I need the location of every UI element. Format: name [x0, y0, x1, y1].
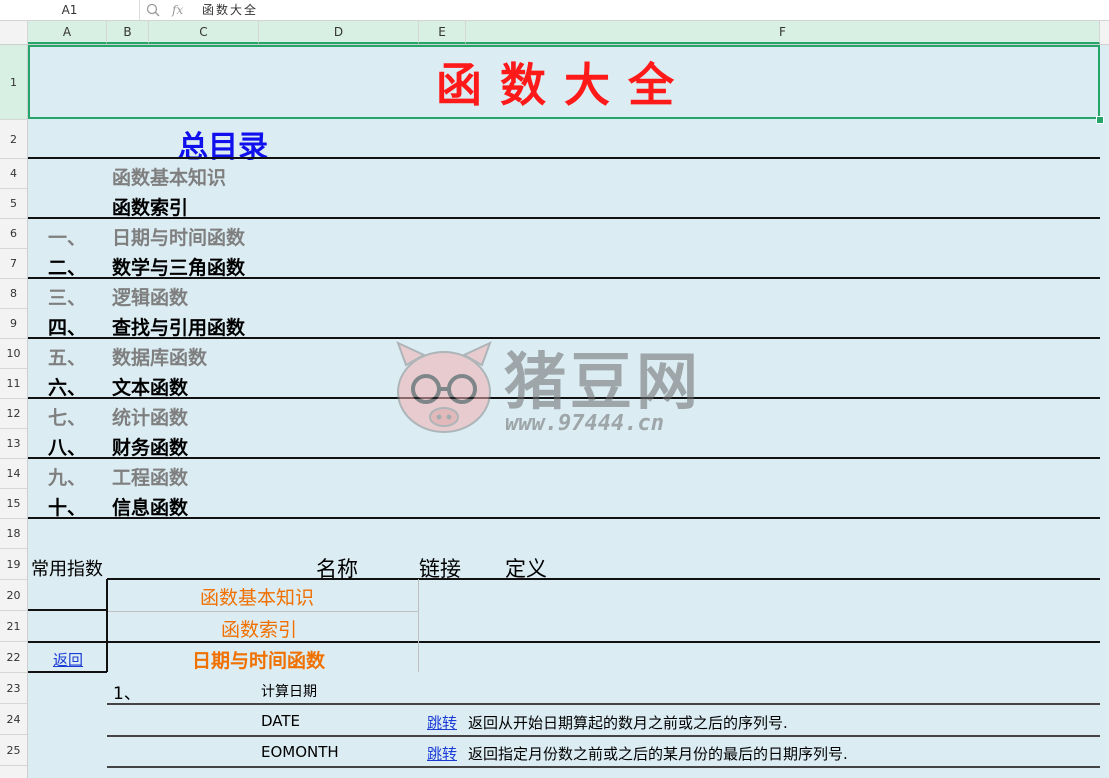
fill-handle[interactable]: [1096, 116, 1104, 124]
link-item-basics[interactable]: 函数基本知识: [200, 583, 314, 610]
link-item-index[interactable]: 函数索引: [221, 615, 297, 642]
row-header-19[interactable]: 19: [0, 549, 27, 580]
jump-link-date[interactable]: 跳转: [427, 712, 457, 733]
pig-logo-icon: [396, 341, 492, 433]
back-link[interactable]: 返回: [53, 649, 83, 670]
row-header-20[interactable]: 20: [0, 580, 27, 611]
row-header-1[interactable]: 1: [0, 45, 27, 120]
toc-item-lookup[interactable]: 查找与引用函数: [112, 313, 245, 340]
toc-item-num: 十、: [48, 497, 87, 519]
row-divider: [107, 703, 1100, 705]
row-divider: [28, 457, 1100, 459]
magnifier-icon[interactable]: [146, 0, 160, 20]
row-header-11[interactable]: 11: [0, 369, 27, 399]
toc-item-logic[interactable]: 逻辑函数: [112, 283, 188, 310]
watermark: 猪豆网 www.97444.cn: [392, 335, 722, 445]
toc-item-finance[interactable]: 财务函数: [112, 433, 188, 460]
column-header: A B C D E F: [0, 21, 1109, 45]
row-divider: [28, 397, 1100, 399]
section-title: 日期与时间函数: [192, 650, 326, 672]
row-divider: [28, 609, 107, 611]
toc-item-num: 四、: [48, 317, 87, 339]
row-divider: [108, 611, 418, 612]
select-all-corner[interactable]: [0, 21, 28, 44]
row-header-7[interactable]: 7: [0, 249, 27, 279]
toc-item-statistics[interactable]: 统计函数: [112, 403, 188, 430]
row-divider: [28, 641, 1100, 643]
row-header-22[interactable]: 22: [0, 642, 27, 673]
row-divider: [28, 517, 1100, 519]
column-header-b[interactable]: B: [107, 21, 149, 44]
toc-item-math[interactable]: 数学与三角函数: [112, 253, 245, 280]
row-header-23[interactable]: 23: [0, 673, 27, 704]
function-name-date: DATE: [261, 712, 301, 730]
toc-title: 总目录: [178, 130, 268, 165]
row-divider: [107, 766, 1100, 768]
row-header-5[interactable]: 5: [0, 189, 27, 219]
column-header-d[interactable]: D: [259, 21, 419, 44]
toc-item-num: 一、: [48, 227, 87, 249]
row-header: 1 2 4 5 6 7 8 9 10 11 12 13 14 15 18 19 …: [0, 45, 28, 778]
formula-bar: A1 fx 函数大全: [0, 0, 1109, 21]
toc-item-index[interactable]: 函数索引: [112, 193, 188, 220]
toc-item-num: 六、: [48, 377, 87, 399]
row-divider: [28, 157, 1100, 159]
formula-input[interactable]: 函数大全: [202, 0, 258, 20]
toc-item-text[interactable]: 文本函数: [112, 373, 188, 400]
title-cell[interactable]: 函数大全: [28, 45, 1100, 119]
toc-item-num: 九、: [48, 467, 87, 489]
row-header-6[interactable]: 6: [0, 219, 27, 249]
column-divider: [418, 579, 419, 672]
row-header-12[interactable]: 12: [0, 399, 27, 429]
watermark-text: 猪豆网: [504, 345, 703, 418]
name-box[interactable]: A1: [0, 0, 140, 20]
function-def-eomonth: 返回指定月份数之前或之后的某月份的最后的日期序列号.: [468, 745, 848, 763]
column-label-frequency: 常用指数: [31, 559, 103, 580]
toc-item-basics[interactable]: 函数基本知识: [112, 163, 226, 190]
row-header-10[interactable]: 10: [0, 339, 27, 369]
fx-icon[interactable]: fx: [172, 0, 183, 20]
subsection-num: 1、: [113, 684, 141, 704]
row-header-25[interactable]: 25: [0, 735, 27, 766]
row-divider: [28, 217, 1100, 219]
row-header-14[interactable]: 14: [0, 459, 27, 489]
column-header-f[interactable]: F: [466, 21, 1100, 44]
watermark-url: www.97444.cn: [505, 411, 664, 436]
row-header-24[interactable]: 24: [0, 704, 27, 735]
function-name-eomonth: EOMONTH: [261, 743, 339, 761]
column-header-c[interactable]: C: [149, 21, 259, 44]
toc-item-num: 二、: [48, 257, 87, 279]
row-divider: [107, 578, 1100, 580]
function-def-date: 返回从开始日期算起的数月之前或之后的序列号.: [468, 714, 788, 732]
row-header-8[interactable]: 8: [0, 279, 27, 309]
row-header-9[interactable]: 9: [0, 309, 27, 339]
jump-link-eomonth[interactable]: 跳转: [427, 743, 457, 764]
column-header-a[interactable]: A: [28, 21, 107, 44]
row-divider: [107, 735, 1100, 737]
row-header-15[interactable]: 15: [0, 489, 27, 519]
column-divider: [106, 579, 108, 672]
toc-item-num: 三、: [48, 287, 87, 309]
toc-item-engineering[interactable]: 工程函数: [112, 463, 188, 490]
row-divider: [28, 671, 107, 673]
row-header-13[interactable]: 13: [0, 429, 27, 459]
toc-item-database[interactable]: 数据库函数: [112, 343, 207, 370]
toc-item-num: 七、: [48, 407, 87, 429]
column-header-e[interactable]: E: [419, 21, 466, 44]
row-header-4[interactable]: 4: [0, 159, 27, 189]
toc-item-num: 八、: [48, 437, 87, 459]
row-header-21[interactable]: 21: [0, 611, 27, 642]
subsection-label: 计算日期: [261, 684, 317, 700]
row-header-2[interactable]: 2: [0, 120, 27, 159]
toc-item-info[interactable]: 信息函数: [112, 493, 188, 520]
row-header-18[interactable]: 18: [0, 519, 27, 549]
toc-item-datetime[interactable]: 日期与时间函数: [112, 223, 245, 250]
toc-item-num: 五、: [48, 347, 87, 369]
